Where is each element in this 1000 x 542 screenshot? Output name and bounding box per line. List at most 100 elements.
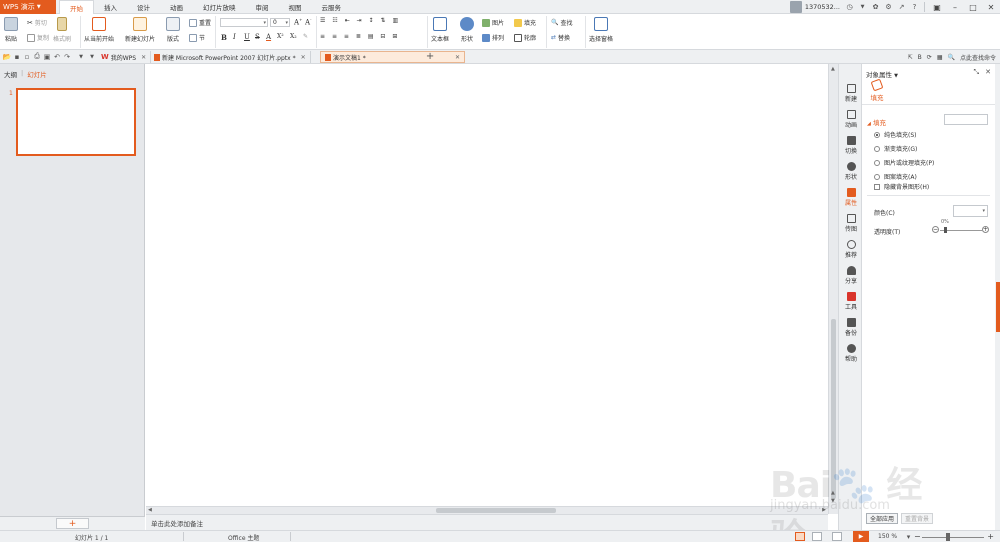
textbox-button[interactable]: 文本框 [431,17,449,43]
play-slideshow-button[interactable]: ▶ [853,531,869,542]
new-slide-button[interactable]: 新建幻灯片 [125,17,155,43]
redo-icon[interactable]: ↷ [63,52,71,61]
close-icon[interactable]: ✕ [301,54,306,61]
numbered-list-icon[interactable]: ☷ [332,17,337,24]
clear-format-icon[interactable]: ✎ [303,33,308,40]
replace-button[interactable]: ⇄ 替换 [551,33,570,42]
fill-button[interactable]: 填充 [514,18,536,27]
zoom-level[interactable]: 150 % [878,533,897,540]
undo-icon[interactable]: ↶ [53,52,61,61]
tab-view[interactable]: 视图 [279,0,312,14]
sidebar-item-transition[interactable]: 切换 [839,136,863,155]
text-direction-icon[interactable]: ⇅ [380,17,385,24]
justify-icon[interactable]: ≣ [356,33,361,40]
reading-view-button[interactable] [832,532,842,541]
zoom-in-icon[interactable]: + [987,532,994,541]
hide-background-checkbox[interactable]: 隐藏背景图形(H) [874,182,929,191]
print-icon[interactable]: ⎙ [33,52,41,61]
tab-slides[interactable]: 幻灯片 [27,69,47,79]
distribute-icon[interactable]: ▤ [368,33,374,40]
wps-app-menu-button[interactable]: WPS 演示 ▼ [0,0,56,14]
tab-design[interactable]: 设计 [127,0,160,14]
save-icon[interactable]: ▪ [13,52,21,61]
paste-button[interactable]: 粘贴 [4,17,18,43]
superscript-button[interactable]: X² [277,33,284,40]
outline-button[interactable]: 轮廓 [514,33,536,42]
sidebar-item-help[interactable]: 帮助 [839,344,863,363]
help-icon[interactable]: ? [909,2,920,13]
shrink-font-icon[interactable]: A- [305,17,311,26]
scroll-thumb[interactable] [436,508,556,513]
radio-solid-fill[interactable]: 纯色填充(S) [874,130,917,139]
normal-view-button[interactable] [795,532,805,541]
font-name-dropdown[interactable]: ▾ [220,18,268,27]
close-icon[interactable]: ✕ [982,0,1000,14]
pin-icon[interactable]: ⇱ [908,54,913,61]
increase-indent-icon[interactable]: ⇥ [357,17,362,24]
scroll-prev-icon[interactable]: ▲ [831,490,835,496]
maximize-icon[interactable]: □ [964,0,982,14]
scroll-up-icon[interactable]: ▲ [831,66,835,72]
font-size-dropdown[interactable]: 0 ▾ [270,18,290,27]
sidebar-item-upload-image[interactable]: 传图 [839,214,863,233]
scroll-down-icon[interactable]: ▼ [831,498,835,504]
panel-title[interactable]: 对象属性 ▼ [866,69,898,79]
sidebar-item-properties[interactable]: 属性 [839,188,863,207]
minimize-icon[interactable]: – [946,0,964,14]
user-name[interactable]: 1370532... [805,3,840,11]
columns-icon[interactable]: ▥ [392,17,398,24]
add-slide-button[interactable]: + [56,518,89,529]
horizontal-scrollbar[interactable]: ◀ ▶ [146,506,828,514]
bold-button[interactable]: B [221,33,227,42]
slider-track[interactable] [922,537,984,538]
arrow-icon[interactable]: ↗ [896,2,907,13]
align-left-icon[interactable]: ≡ [320,33,325,40]
sidebar-item-recommend[interactable]: 推荐 [839,240,863,259]
slider-knob[interactable] [944,227,947,233]
tab-review[interactable]: 审阅 [246,0,279,14]
radio-gradient-fill[interactable]: 渐变填充(G) [874,144,917,153]
italic-button[interactable]: I [233,33,236,41]
font-color-button[interactable]: A [266,33,271,41]
scroll-thumb[interactable] [831,319,836,499]
slide-editor-canvas[interactable] [146,64,828,506]
slide-thumbnail[interactable] [16,88,136,156]
sidebar-item-toolbox[interactable]: 工具 [839,292,863,311]
slider-knob[interactable] [946,533,950,541]
chevron-down-icon[interactable]: ▼ [857,2,868,13]
find-button[interactable]: 🔍 查找 [551,18,573,27]
chevron-down-icon[interactable]: ▼ [88,52,96,61]
fill-section-header[interactable]: ◢ 填充 [867,117,886,127]
sidebar-item-animation[interactable]: 动画 [839,110,863,129]
grow-font-icon[interactable]: A+ [294,17,302,26]
tab-cloud[interactable]: 云服务 [312,0,352,14]
radio-pattern-fill[interactable]: 图案填充(A) [874,172,917,181]
subscript-button[interactable]: X₂ [290,33,297,40]
reset-button[interactable]: 重置 [189,18,211,27]
selection-pane-button[interactable]: 选择窗格 [589,17,613,43]
notes-area[interactable]: 单击此处添加备注 [146,514,828,530]
tab-outline[interactable]: 大纲 [4,69,17,79]
open-folder-icon[interactable]: 📂 [3,52,12,61]
skin-icon[interactable]: ✿ [870,2,881,13]
plus-icon[interactable]: + [982,226,989,233]
color-dropdown[interactable]: ▾ [953,205,988,217]
underline-button[interactable]: U [244,33,250,41]
collapse-icon[interactable]: ⤡ [974,68,980,77]
cut-button[interactable]: ✂ 剪切 [27,18,47,28]
gallery-icon[interactable]: ▦ [937,54,943,61]
output-pdf-icon[interactable]: ▫ [23,52,31,61]
picture-button[interactable]: 图片 [482,18,504,27]
radio-picture-fill[interactable]: 图片或纹理填充(P) [874,158,934,167]
format-painter-button[interactable]: 格式刷 [53,17,71,43]
new-tab-plus-icon[interactable]: + [426,51,434,62]
sidebar-item-new[interactable]: 新建 [839,84,863,103]
bullet-list-icon[interactable]: ☰ [320,17,325,24]
vertical-scrollbar[interactable]: ▲ ▲ ▼ [828,64,838,514]
tab-home[interactable]: 开始 [59,0,94,15]
scroll-right-icon[interactable]: ▶ [822,507,826,513]
reset-background-button[interactable]: 重置背景 [901,513,934,524]
strikethrough-button[interactable]: S [255,33,260,41]
scroll-left-icon[interactable]: ◀ [148,507,152,513]
chevron-down-icon[interactable]: ▾ [903,531,914,542]
